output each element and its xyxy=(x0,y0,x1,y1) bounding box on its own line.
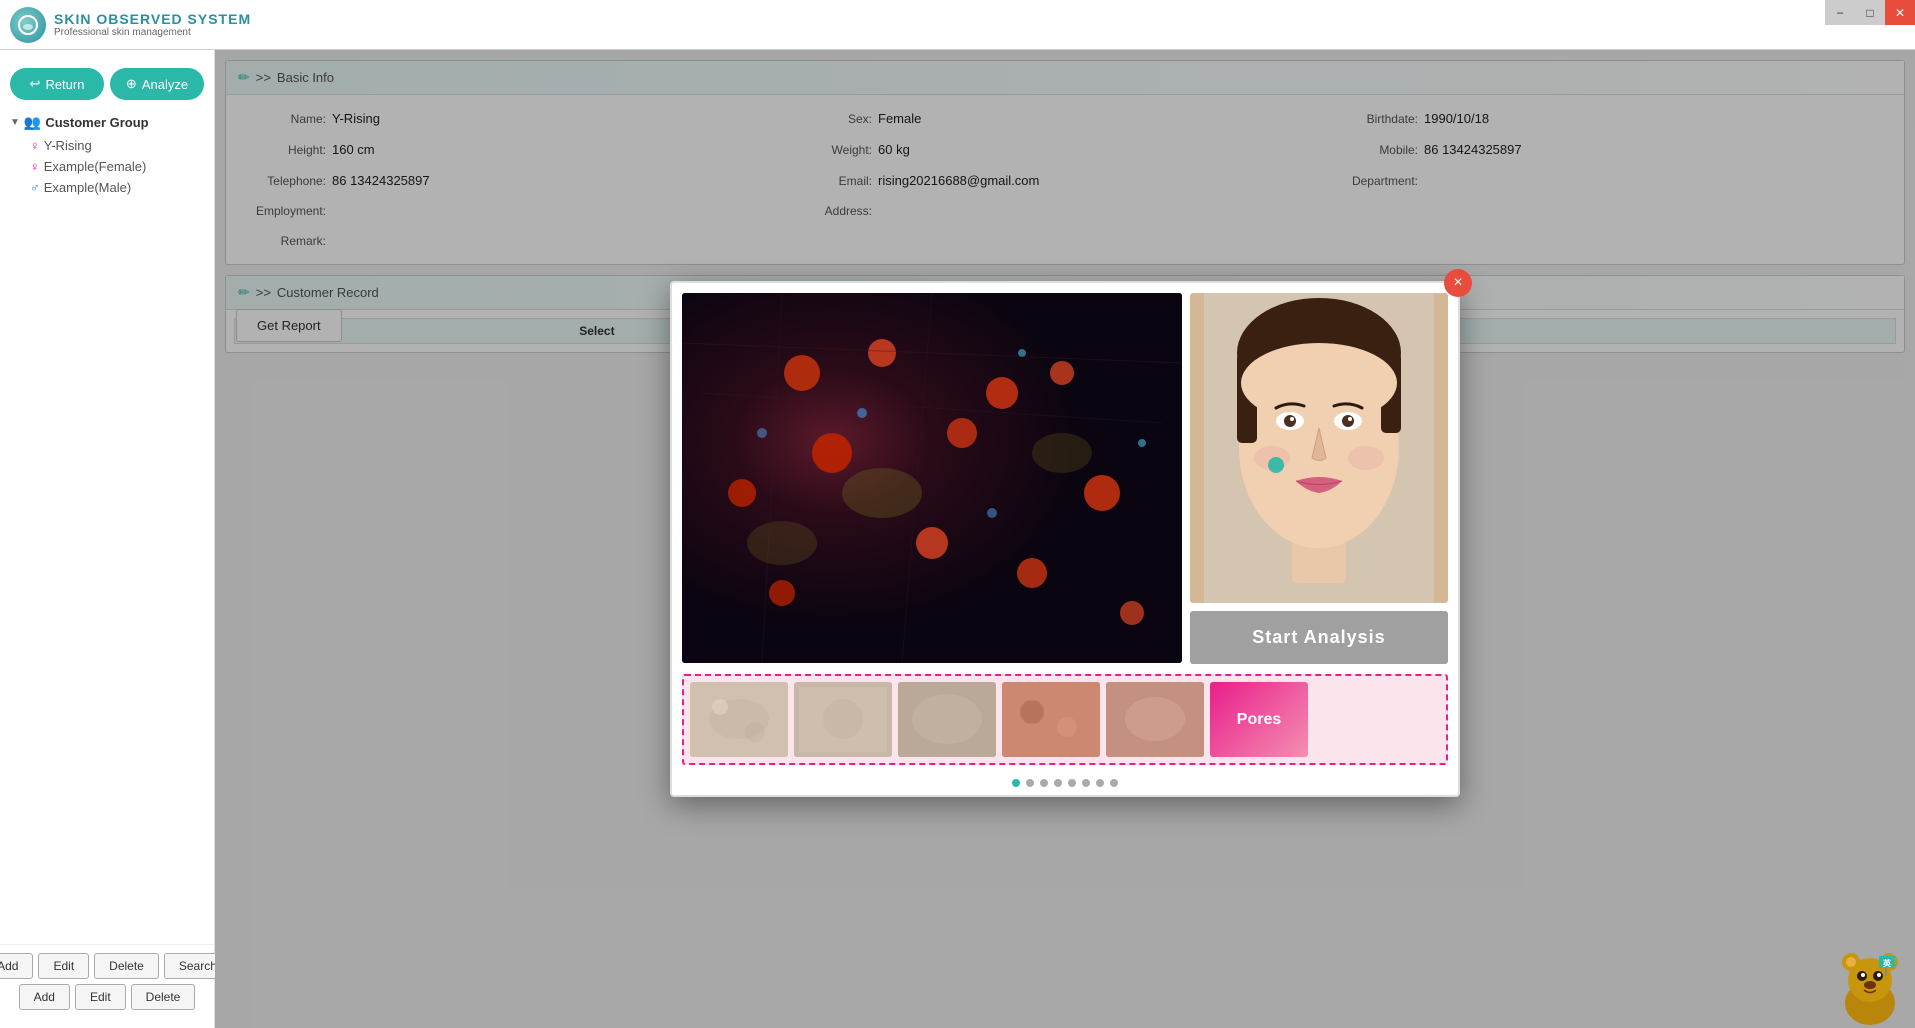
app-subtitle: Professional skin management xyxy=(54,27,251,38)
analyze-icon: ⊕ xyxy=(126,76,137,92)
modal-body: Start Analysis xyxy=(672,283,1458,674)
analysis-modal: × xyxy=(670,281,1460,797)
thumbnail-4[interactable] xyxy=(1002,682,1100,757)
tree-item-label-2: Example(Female) xyxy=(44,159,147,174)
sidebar-btn-row-1: Add Edit Delete Search xyxy=(8,953,206,979)
window-controls: − □ ✕ xyxy=(1825,0,1915,25)
person-male-icon: ♂ xyxy=(30,180,40,195)
add-button-2[interactable]: Add xyxy=(19,984,70,1010)
analyze-button[interactable]: ⊕ Analyze xyxy=(110,68,204,100)
thumbnail-3[interactable] xyxy=(898,682,996,757)
person-female-icon: ♀ xyxy=(30,138,40,153)
tree-root[interactable]: ▼ 👥 Customer Group xyxy=(5,110,209,135)
logo-icon xyxy=(10,7,46,43)
dot-3 xyxy=(1040,779,1048,787)
tree-expand-icon: ▼ xyxy=(10,117,20,128)
dot-4 xyxy=(1054,779,1062,787)
content-area: ✏ >> Basic Info Name: Y-Rising Sex: Fema… xyxy=(215,50,1915,1028)
sidebar-actions: ↩ Return ⊕ Analyze xyxy=(0,60,214,100)
sidebar: ↩ Return ⊕ Analyze ▼ 👥 Customer Group ♀ … xyxy=(0,50,215,1028)
tree-item-label-3: Example(Male) xyxy=(44,180,131,195)
modal-close-button[interactable]: × xyxy=(1444,269,1472,297)
tree-item-label: Y-Rising xyxy=(44,138,92,153)
return-icon: ↩ xyxy=(30,76,41,92)
analyze-label: Analyze xyxy=(142,77,188,92)
skin-image xyxy=(682,293,1182,663)
dot-6 xyxy=(1082,779,1090,787)
edit-button-1[interactable]: Edit xyxy=(38,953,89,979)
return-label: Return xyxy=(45,77,84,92)
group-icon: 👥 xyxy=(24,114,41,131)
face-panel: Start Analysis xyxy=(1190,293,1448,664)
logo-text: SKIN OBSERVED SYSTEM Professional skin m… xyxy=(54,11,251,38)
person-female-icon-2: ♀ xyxy=(30,159,40,174)
dot-5 xyxy=(1068,779,1076,787)
thumbnail-2[interactable] xyxy=(794,682,892,757)
app-logo: SKIN OBSERVED SYSTEM Professional skin m… xyxy=(10,7,251,43)
return-button[interactable]: ↩ Return xyxy=(10,68,104,100)
start-analysis-button[interactable]: Start Analysis xyxy=(1190,611,1448,664)
modal-overlay: × xyxy=(215,50,1915,1028)
delete-button-2[interactable]: Delete xyxy=(131,984,196,1010)
main-layout: ↩ Return ⊕ Analyze ▼ 👥 Customer Group ♀ … xyxy=(0,50,1915,1028)
tree-root-label: Customer Group xyxy=(45,115,148,130)
mascot: 英 xyxy=(1835,948,1905,1018)
thumbnail-5[interactable] xyxy=(1106,682,1204,757)
tree-item-example-female[interactable]: ♀ Example(Female) xyxy=(5,156,209,177)
thumbnail-1[interactable] xyxy=(690,682,788,757)
dot-2 xyxy=(1026,779,1034,787)
dots-indicator xyxy=(672,775,1458,795)
delete-button-1[interactable]: Delete xyxy=(94,953,159,979)
dot-1 xyxy=(1012,779,1020,787)
sidebar-bottom: Add Edit Delete Search Add Edit Delete xyxy=(0,944,214,1018)
dot-8 xyxy=(1110,779,1118,787)
tree-item-yrising[interactable]: ♀ Y-Rising xyxy=(5,135,209,156)
dot-7 xyxy=(1096,779,1104,787)
tree-area: ▼ 👥 Customer Group ♀ Y-Rising ♀ Example(… xyxy=(0,100,214,944)
add-button-1[interactable]: Add xyxy=(0,953,33,979)
sidebar-btn-row-2: Add Edit Delete xyxy=(8,984,206,1010)
maximize-button[interactable]: □ xyxy=(1855,0,1885,25)
edit-button-2[interactable]: Edit xyxy=(75,984,126,1010)
app-title: SKIN OBSERVED SYSTEM xyxy=(54,11,251,27)
minimize-button[interactable]: − xyxy=(1825,0,1855,25)
face-image xyxy=(1190,293,1448,603)
thumbnail-strip: Pores xyxy=(682,674,1448,765)
top-bar: SKIN OBSERVED SYSTEM Professional skin m… xyxy=(0,0,1915,50)
tree-item-example-male[interactable]: ♂ Example(Male) xyxy=(5,177,209,198)
svg-text:英: 英 xyxy=(1882,958,1892,968)
close-button[interactable]: ✕ xyxy=(1885,0,1915,25)
pores-thumbnail[interactable]: Pores xyxy=(1210,682,1308,757)
